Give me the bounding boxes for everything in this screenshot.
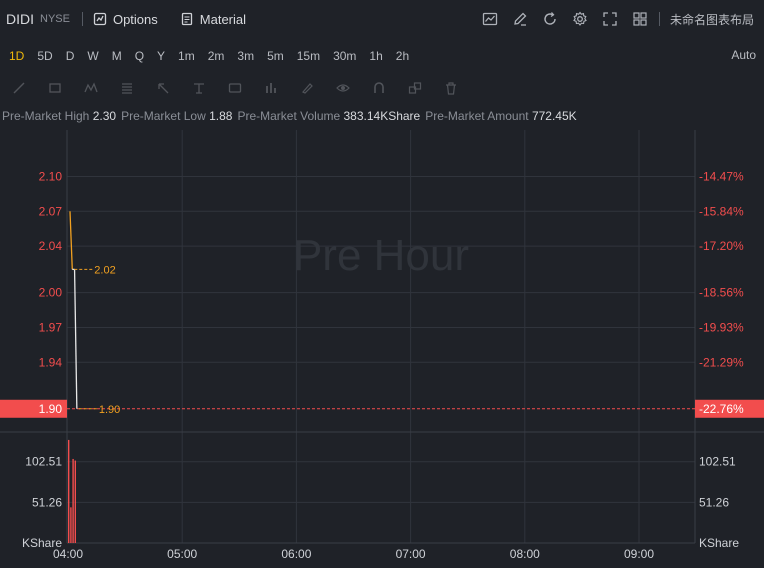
volume-unit-label-right: KShare xyxy=(699,536,739,550)
volume-bar xyxy=(72,458,74,543)
price-tick-label: 2.07 xyxy=(39,204,63,218)
price-chart[interactable]: Pre Hour 2.10 2.07 2.04 2.00 1.97 1.94 -14.47% -… xyxy=(0,0,764,568)
price-tick-label: 2.00 xyxy=(39,286,63,300)
price-tick-label: 2.04 xyxy=(39,239,63,253)
volume-tick-label: 102.51 xyxy=(25,455,62,469)
volume-bar xyxy=(70,507,72,543)
watermark-text: Pre Hour xyxy=(293,231,469,280)
volume-tick-label-right: 102.51 xyxy=(699,455,736,469)
price-annotation-label: 2.02 xyxy=(94,264,115,276)
price-tick-label: 1.94 xyxy=(39,355,63,369)
price-annotation-label: 1.90 xyxy=(99,404,120,416)
percent-tick-label: -17.20% xyxy=(699,239,744,253)
price-tick-label: 1.97 xyxy=(39,320,63,334)
price-tick-label: 2.10 xyxy=(39,169,63,183)
time-tick-label: 07:00 xyxy=(396,547,426,561)
percent-tick-label: -21.29% xyxy=(699,355,744,369)
volume-tick-label-right: 51.26 xyxy=(699,495,729,509)
percent-tick-label: -15.84% xyxy=(699,204,744,218)
time-tick-label: 06:00 xyxy=(281,547,311,561)
price-segment-up xyxy=(69,211,73,270)
volume-tick-label: 51.26 xyxy=(32,495,62,509)
price-segment xyxy=(73,269,78,409)
time-tick-label: 05:00 xyxy=(167,547,197,561)
time-tick-label: 08:00 xyxy=(510,547,540,561)
volume-bar xyxy=(74,460,76,543)
current-price-label: 1.90 xyxy=(39,402,63,416)
current-percent-label: -22.76% xyxy=(699,402,744,416)
percent-tick-label: -14.47% xyxy=(699,169,744,183)
time-tick-label: 09:00 xyxy=(624,547,654,561)
percent-tick-label: -19.93% xyxy=(699,320,744,334)
percent-tick-label: -18.56% xyxy=(699,286,744,300)
volume-bar xyxy=(68,439,70,543)
time-tick-label: 04:00 xyxy=(53,547,83,561)
